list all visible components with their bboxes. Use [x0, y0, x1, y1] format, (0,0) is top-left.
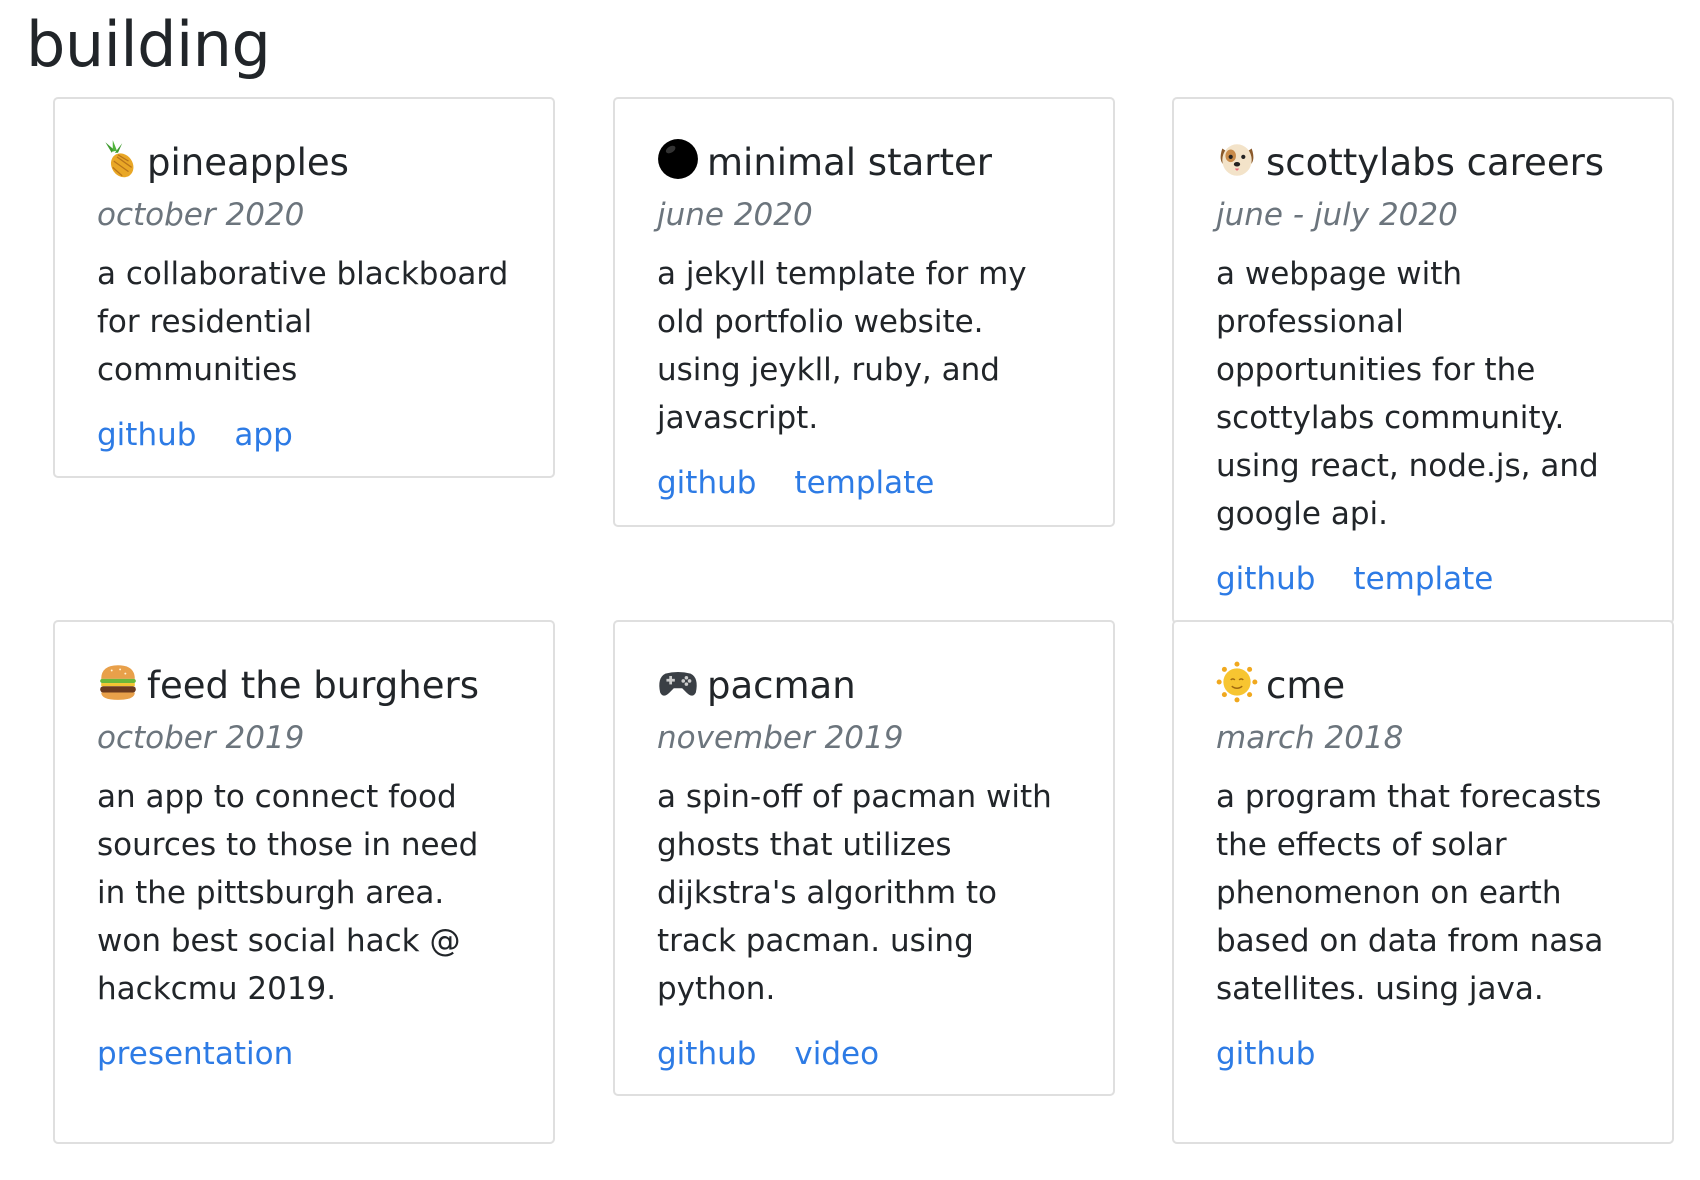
hamburger-icon — [97, 661, 139, 703]
card-links: github — [1216, 1030, 1630, 1078]
sun-with-face-icon — [1216, 661, 1258, 703]
github-link[interactable]: github — [1216, 561, 1315, 597]
template-link[interactable]: template — [1353, 561, 1493, 597]
black-circle-icon — [657, 138, 699, 180]
card-title-text: minimal starter — [707, 141, 992, 184]
project-card-scottylabs-careers: scottylabs careers june - july 2020 a we… — [1172, 97, 1674, 624]
card-title: cme — [1216, 660, 1630, 712]
card-description: a jekyll template for my old portfolio w… — [657, 256, 1027, 436]
card-description: a spin-off of pacman with ghosts that ut… — [657, 779, 1052, 1007]
card-date: june 2020 — [657, 197, 813, 233]
github-link[interactable]: github — [657, 465, 756, 501]
card-title: pineapples — [97, 137, 511, 189]
project-card-pineapples: pineapples october 2020 a collaborative … — [53, 97, 555, 478]
dog-face-icon — [1216, 138, 1258, 180]
app-link[interactable]: app — [234, 417, 292, 453]
github-link[interactable]: github — [1216, 1036, 1315, 1072]
github-link[interactable]: github — [97, 417, 196, 453]
project-card-pacman: pacman november 2019 a spin-off of pacma… — [613, 620, 1115, 1096]
card-links: presentation — [97, 1030, 511, 1078]
project-card-minimal-starter: minimal starter june 2020 a jekyll templ… — [613, 97, 1115, 527]
pineapple-icon — [97, 138, 139, 180]
card-description: a program that forecasts the effects of … — [1216, 779, 1604, 1007]
card-description: a webpage with professional opportunitie… — [1216, 256, 1599, 532]
card-title-text: cme — [1266, 664, 1346, 707]
card-title: feed the burghers — [97, 660, 511, 712]
card-links: github template — [657, 459, 1071, 507]
card-links: github app — [97, 411, 511, 459]
card-title-text: pineapples — [147, 141, 349, 184]
card-description: an app to connect food sources to those … — [97, 779, 479, 1007]
card-date: june - july 2020 — [1216, 197, 1458, 233]
presentation-link[interactable]: presentation — [97, 1036, 293, 1072]
card-title: scottylabs careers — [1216, 137, 1630, 189]
card-title: pacman — [657, 660, 1071, 712]
card-title-text: pacman — [707, 664, 856, 707]
template-link[interactable]: template — [794, 465, 934, 501]
card-links: github template — [1216, 555, 1630, 603]
card-title: minimal starter — [657, 137, 1071, 189]
card-description: a collaborative blackboard for residenti… — [97, 256, 509, 388]
card-date: october 2020 — [97, 197, 305, 233]
project-card-feed-the-burghers: feed the burghers october 2019 an app to… — [53, 620, 555, 1144]
card-date: november 2019 — [657, 720, 904, 756]
card-links: github video — [657, 1030, 1071, 1078]
card-title-text: feed the burghers — [147, 664, 479, 707]
page-title: building — [26, 8, 271, 81]
video-link[interactable]: video — [794, 1036, 879, 1072]
card-title-text: scottylabs careers — [1266, 141, 1605, 184]
project-card-cme: cme march 2018 a program that forecasts … — [1172, 620, 1674, 1144]
card-date: march 2018 — [1216, 720, 1404, 756]
github-link[interactable]: github — [657, 1036, 756, 1072]
card-date: october 2019 — [97, 720, 305, 756]
game-controller-icon — [657, 661, 699, 703]
